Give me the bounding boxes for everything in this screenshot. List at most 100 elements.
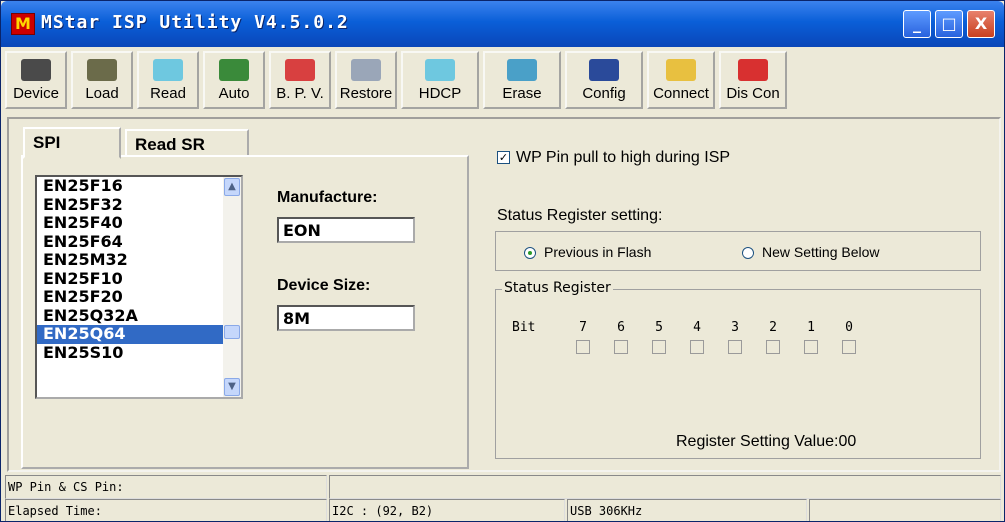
scroll-down-button[interactable]: ▼: [224, 378, 240, 396]
erase-button[interactable]: Erase: [483, 51, 561, 109]
bit-label: Bit: [512, 320, 536, 335]
tab-read-sr[interactable]: Read SR: [125, 129, 249, 157]
bit-4-checkbox[interactable]: [690, 340, 704, 354]
restore-icon: [351, 59, 381, 81]
chip-list-item[interactable]: EN25M32: [37, 251, 241, 270]
chip-list-items: EN25F16 EN25F32 EN25F40 EN25F64 EN25M32 EN25F…: [37, 177, 241, 362]
maximize-button[interactable]: □: [935, 10, 963, 38]
connect-label: Connect: [653, 85, 709, 102]
manufacture-label: Manufacture:: [277, 189, 378, 206]
status-empty-panel: [329, 475, 1001, 499]
bit-number: 7: [579, 320, 587, 335]
hdcp-button[interactable]: HDCP: [401, 51, 479, 109]
config-label: Config: [582, 85, 626, 102]
config-icon: [589, 59, 619, 81]
chip-list-item[interactable]: EN25F20: [37, 288, 241, 307]
read-icon: [153, 59, 183, 81]
bit-1-checkbox[interactable]: [804, 340, 818, 354]
chip-list[interactable]: EN25F16 EN25F32 EN25F40 EN25F64 EN25M32 EN25F…: [35, 175, 243, 399]
window-title: MStar ISP Utility V4.5.0.2: [41, 12, 349, 33]
wp-pin-label: WP Pin pull to high during ISP: [516, 149, 731, 166]
bit-number: 0: [845, 320, 853, 335]
chip-list-item[interactable]: EN25Q64: [37, 325, 241, 344]
main-panel: SPI Read SR EN25F16 EN25F32 EN25F40 EN25F64…: [7, 117, 1001, 472]
bit-0-checkbox[interactable]: [842, 340, 856, 354]
chip-list-item[interactable]: EN25Q32A: [37, 306, 241, 326]
restore-label: Restore: [339, 85, 393, 102]
chip-list-item[interactable]: EN25F10: [37, 269, 241, 289]
discon-icon: [738, 59, 768, 81]
bit-number: 1: [807, 320, 815, 335]
auto-icon: [219, 59, 249, 81]
device-icon: [21, 59, 51, 81]
bit-6-checkbox[interactable]: [614, 340, 628, 354]
toolbar: Device Load Read Auto B. P. V. Restore HDCP Era…: [5, 51, 1003, 111]
chip-list-item[interactable]: EN25F32: [37, 195, 241, 215]
radio-previous-in-flash[interactable]: Previous in Flash: [524, 244, 651, 260]
wp-pin-checkbox-row[interactable]: ✓ WP Pin pull to high during ISP: [497, 149, 730, 167]
device-button[interactable]: Device: [5, 51, 67, 109]
load-icon: [87, 59, 117, 81]
close-button[interactable]: X: [967, 10, 995, 38]
read-button[interactable]: Read: [137, 51, 199, 109]
bpv-label: B. P. V.: [276, 85, 324, 102]
erase-icon: [507, 59, 537, 81]
chip-list-item[interactable]: EN25F16: [37, 177, 241, 196]
load-button[interactable]: Load: [71, 51, 133, 109]
bpv-icon: [285, 59, 315, 81]
config-button[interactable]: Config: [565, 51, 643, 109]
wp-pin-checkbox[interactable]: ✓: [497, 151, 510, 165]
bit-number: 5: [655, 320, 663, 335]
discon-label: Dis Con: [726, 85, 780, 102]
bit-number: 3: [731, 320, 739, 335]
status-wp-cs-pin: WP Pin & CS Pin:: [5, 475, 327, 499]
bit-number: 2: [769, 320, 777, 335]
status-register-setting-label: Status Register setting:: [497, 207, 663, 224]
device-label: Device: [13, 85, 59, 102]
status-register-group: Status Register Bit 7 6 5 4 3 2 1 0 Register Se…: [495, 280, 981, 459]
bit-7-checkbox[interactable]: [576, 340, 590, 354]
load-label: Load: [85, 85, 119, 102]
bit-number: 6: [617, 320, 625, 335]
tab-spi[interactable]: SPI: [23, 127, 121, 159]
bit-number: 4: [693, 320, 701, 335]
bpv-button[interactable]: B. P. V.: [269, 51, 331, 109]
radio-new-setting[interactable]: New Setting Below: [742, 244, 880, 260]
status-register-group-label: Status Register: [502, 280, 613, 296]
hdcp-label: HDCP: [418, 85, 462, 102]
radio-previous-label: Previous in Flash: [544, 244, 652, 260]
chip-list-scrollbar[interactable]: ▲ ▼: [223, 177, 241, 397]
register-setting-value: Register Setting Value:00: [676, 433, 857, 450]
auto-button[interactable]: Auto: [203, 51, 265, 109]
connect-button[interactable]: Connect: [647, 51, 715, 109]
bit-5-checkbox[interactable]: [652, 340, 666, 354]
status-elapsed-time: Elapsed Time:: [5, 499, 327, 521]
erase-label: Erase: [502, 85, 542, 102]
device-size-field[interactable]: 8M: [277, 305, 415, 331]
auto-label: Auto: [218, 85, 250, 102]
chip-list-item[interactable]: EN25F40: [37, 214, 241, 233]
status-register-source-group: Previous in Flash New Setting Below: [495, 231, 981, 271]
bit-3-checkbox[interactable]: [728, 340, 742, 354]
connect-icon: [666, 59, 696, 81]
read-label: Read: [150, 85, 186, 102]
hdcp-icon: [425, 59, 455, 81]
scroll-up-button[interactable]: ▲: [224, 178, 240, 196]
chip-list-item[interactable]: EN25S10: [37, 343, 241, 363]
title-bar[interactable]: M MStar ISP Utility V4.5.0.2 _ □ X: [1, 1, 1004, 47]
discon-button[interactable]: Dis Con: [719, 51, 787, 109]
radio-new-label: New Setting Below: [762, 244, 880, 260]
minimize-button[interactable]: _: [903, 10, 931, 38]
bit-2-checkbox[interactable]: [766, 340, 780, 354]
scroll-thumb[interactable]: [224, 325, 240, 339]
radio-previous-dot[interactable]: [524, 247, 536, 260]
chip-list-item[interactable]: EN25F64: [37, 232, 241, 252]
app-icon: M: [11, 13, 35, 35]
radio-new-dot[interactable]: [742, 247, 754, 260]
status-usb: USB 306KHz: [567, 499, 807, 521]
status-i2c: I2C : (92, B2): [329, 499, 565, 521]
manufacture-field[interactable]: EON: [277, 217, 415, 243]
main-window: M MStar ISP Utility V4.5.0.2 _ □ X Devic…: [0, 0, 1005, 522]
status-extra-panel: [809, 499, 1001, 521]
restore-button[interactable]: Restore: [335, 51, 397, 109]
